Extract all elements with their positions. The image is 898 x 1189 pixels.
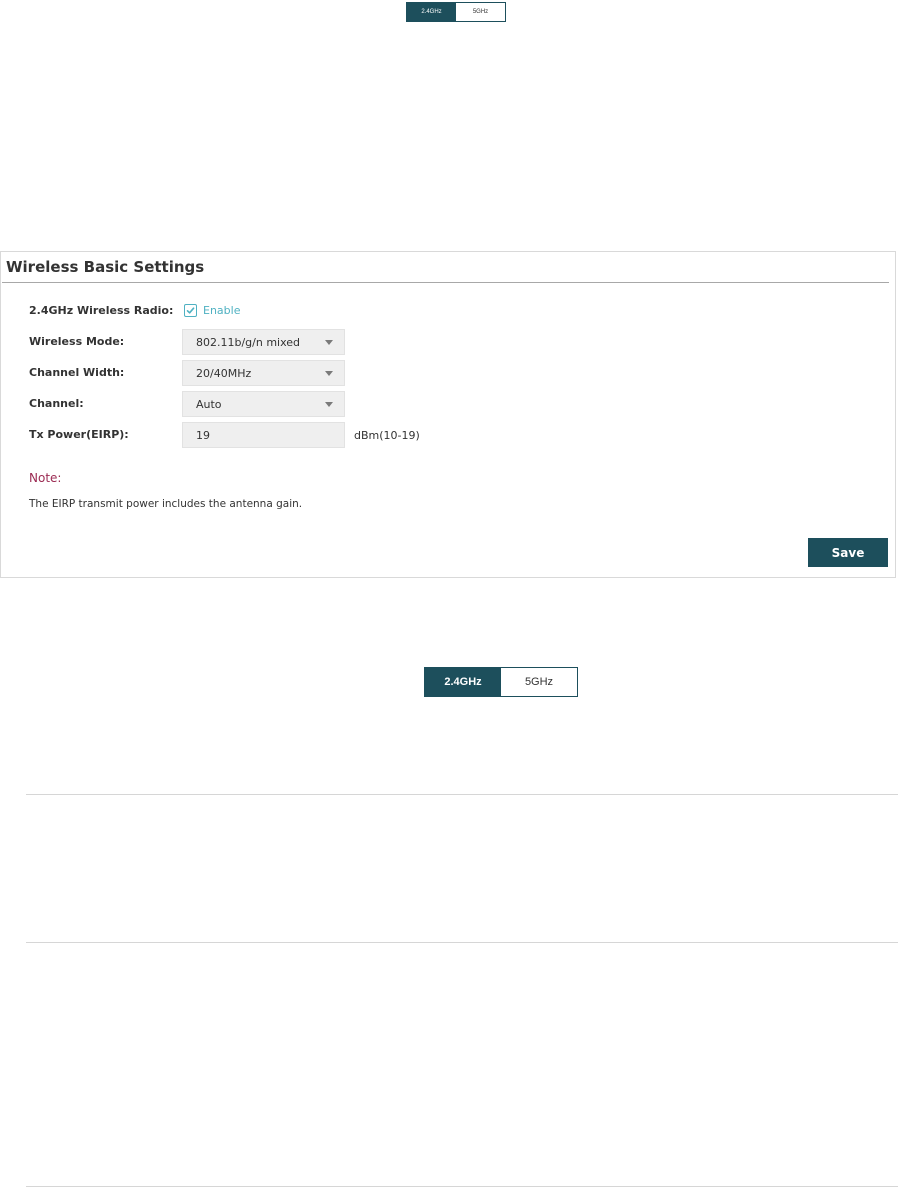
divider-1 — [26, 794, 898, 795]
channel-width-select[interactable]: 20/40MHz — [182, 360, 345, 386]
tx-power-input[interactable]: 19 — [182, 422, 345, 448]
note-text: The EIRP transmit power includes the ant… — [29, 498, 303, 510]
caret-down-icon — [325, 371, 333, 376]
check-icon — [186, 307, 195, 314]
tab-2-4ghz-large[interactable]: 2.4GHz — [425, 668, 501, 696]
wireless-mode-label: Wireless Mode: — [29, 335, 125, 348]
tab-5ghz-large[interactable]: 5GHz — [501, 668, 577, 696]
caret-down-icon — [325, 340, 333, 345]
tab-5ghz-small[interactable]: 5GHz — [456, 3, 505, 21]
enable-radio-checkbox[interactable] — [184, 304, 197, 317]
note-title: Note: — [29, 471, 62, 485]
caret-down-icon — [325, 402, 333, 407]
wireless-mode-select[interactable]: 802.11b/g/n mixed — [182, 329, 345, 355]
tx-power-unit: dBm(10-19) — [354, 429, 420, 442]
divider-3 — [26, 1186, 898, 1187]
wireless-mode-value: 802.11b/g/n mixed — [196, 335, 301, 349]
channel-width-label: Channel Width: — [29, 366, 125, 379]
divider-2 — [26, 942, 898, 943]
band-toggle-large: 2.4GHz 5GHz — [424, 667, 578, 697]
channel-select[interactable]: Auto — [182, 391, 345, 417]
channel-label: Channel: — [29, 397, 84, 410]
channel-value: Auto — [196, 397, 222, 411]
wireless-radio-label: 2.4GHz Wireless Radio: — [29, 304, 174, 317]
title-divider — [2, 282, 889, 283]
save-button[interactable]: Save — [808, 538, 888, 567]
tx-power-value: 19 — [196, 428, 210, 442]
tab-2-4ghz-small[interactable]: 2.4GHz — [407, 3, 456, 21]
band-toggle-small: 2.4GHz 5GHz — [406, 2, 506, 22]
wireless-basic-settings-panel: Wireless Basic Settings 2.4GHz Wireless … — [0, 251, 896, 578]
tx-power-label: Tx Power(EIRP): — [29, 428, 129, 441]
panel-title: Wireless Basic Settings — [6, 258, 205, 276]
enable-label[interactable]: Enable — [203, 304, 240, 317]
channel-width-value: 20/40MHz — [196, 366, 252, 380]
